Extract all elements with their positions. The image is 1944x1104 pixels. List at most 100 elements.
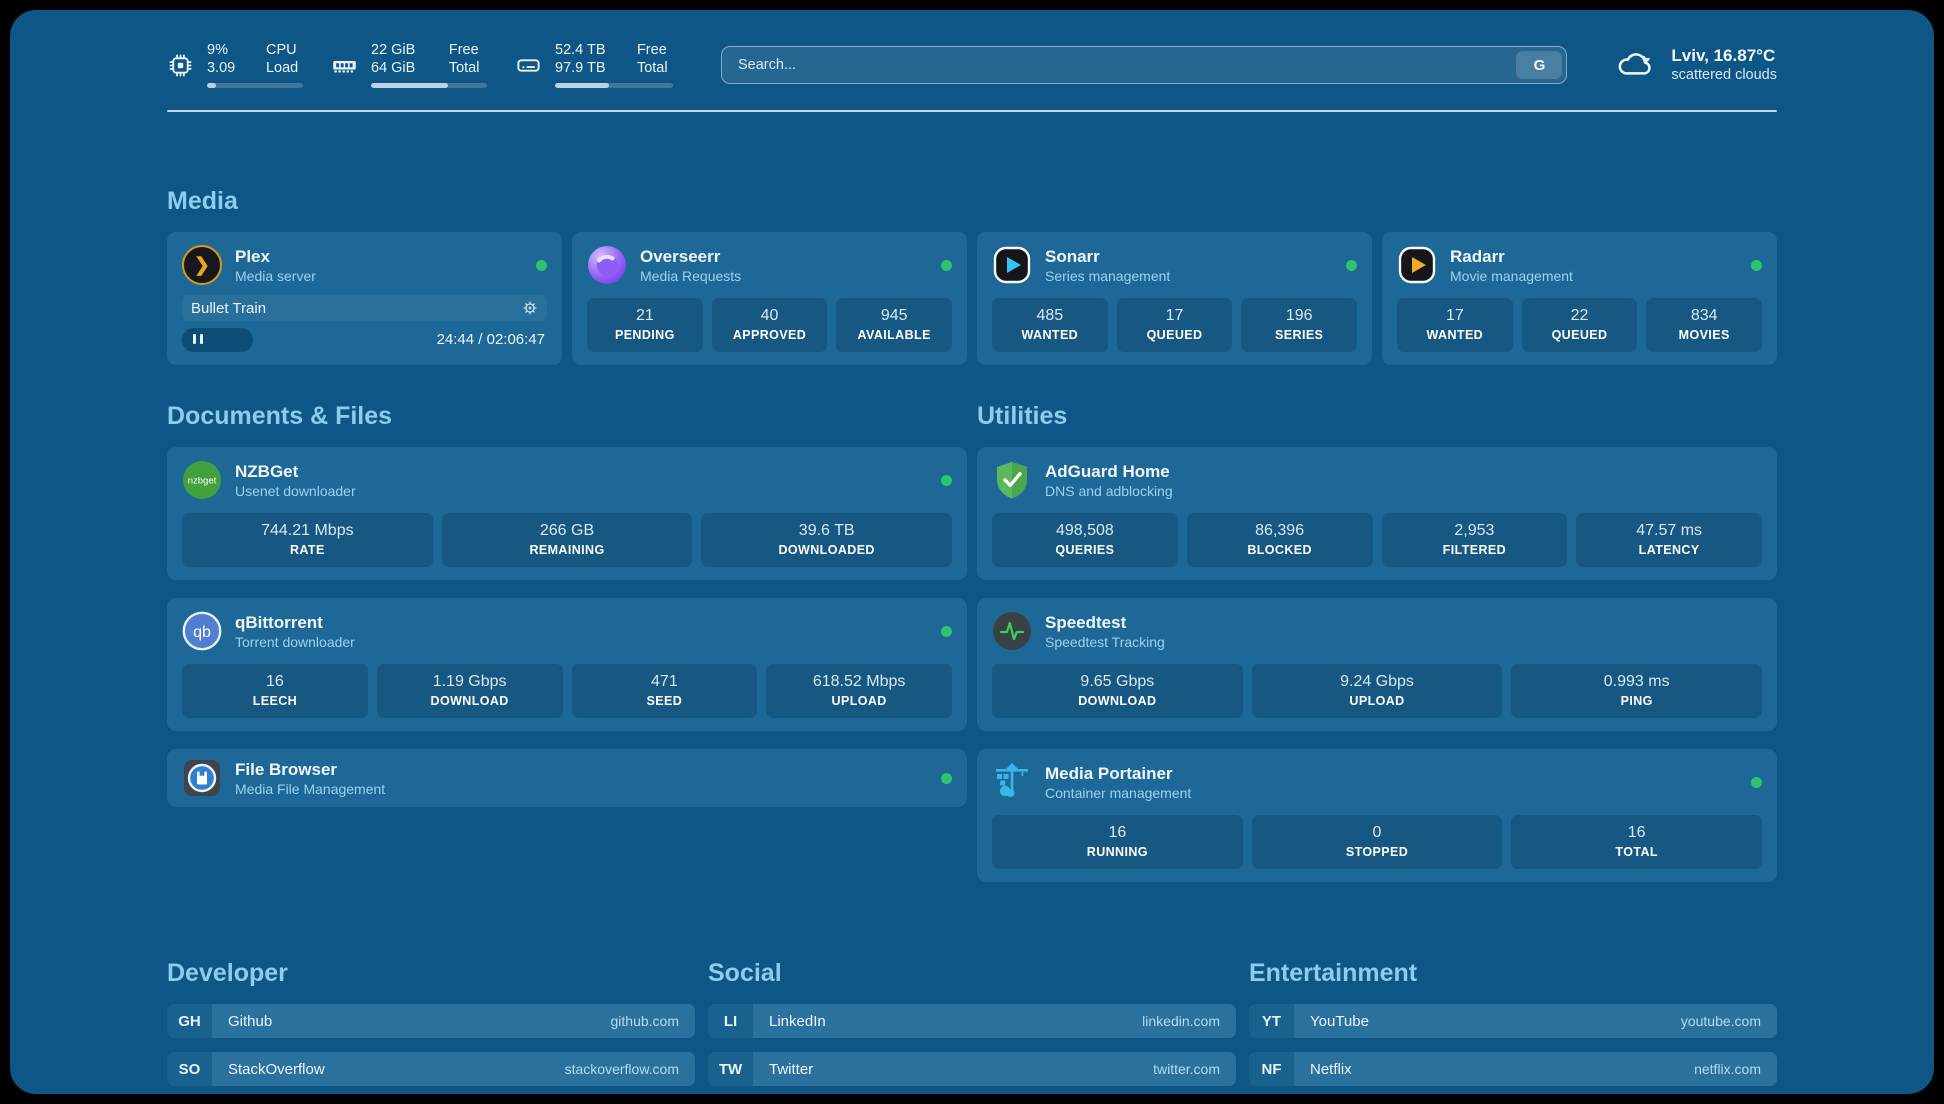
- stat-label: DOWNLOADED: [705, 542, 948, 559]
- cpu-usage-label: CPU: [266, 42, 303, 59]
- stat-label: RUNNING: [996, 844, 1239, 861]
- radarr-icon: [1397, 245, 1437, 285]
- system-stat-disk: 52.4 TB Free 97.9 TB Total: [515, 42, 673, 88]
- bookmark-name: Netflix: [1310, 1061, 1352, 1078]
- status-dot: [941, 626, 952, 637]
- app-card-sonarr[interactable]: Sonarr Series management 485 WANTED 17 Q…: [977, 232, 1372, 365]
- stat-value: 498,508: [996, 520, 1174, 542]
- bookmark-url: youtube.com: [1681, 1013, 1761, 1029]
- stat-label: DOWNLOAD: [996, 693, 1239, 710]
- section-header-developer: Developer: [167, 958, 695, 988]
- disk-total-value: 97.9 TB: [555, 60, 611, 77]
- status-dot: [941, 475, 952, 486]
- stat-label: SERIES: [1245, 327, 1353, 344]
- app-card-qbittorrent[interactable]: qb qBittorrent Torrent downloader 16 LEE…: [167, 598, 967, 731]
- app-card-adguard[interactable]: AdGuard Home DNS and adblocking 498,508 …: [977, 447, 1777, 580]
- stat-upload: 618.52 Mbps UPLOAD: [766, 664, 952, 718]
- bookmark-name: LinkedIn: [769, 1013, 826, 1030]
- weather-widget: Lviv, 16.87°C scattered clouds: [1611, 43, 1777, 88]
- app-card-overseerr[interactable]: Overseerr Media Requests 21 PENDING 40 A…: [572, 232, 967, 365]
- search-bar: G: [721, 46, 1567, 84]
- app-subtitle: Movie management: [1450, 267, 1573, 285]
- stat-label: PING: [1515, 693, 1758, 710]
- weather-location-temp: Lviv, 16.87°C: [1671, 45, 1777, 66]
- stat-value: 16: [1515, 822, 1758, 844]
- cpu-progress-fill: [207, 83, 216, 88]
- memory-progress-fill: [371, 83, 448, 88]
- app-title: AdGuard Home: [1045, 461, 1173, 482]
- section-utilities: Utilities AdGuard Home: [977, 401, 1777, 900]
- bookmark-abbr: NF: [1249, 1052, 1294, 1086]
- weather-condition: scattered clouds: [1671, 66, 1777, 85]
- bookmark-pill: StackOverflow stackoverflow.com: [212, 1052, 695, 1086]
- stat-total: 16 TOTAL: [1511, 815, 1762, 869]
- section-header-social: Social: [708, 958, 1236, 988]
- bookmark-abbr: GH: [167, 1004, 212, 1038]
- speedtest-icon: [992, 611, 1032, 651]
- cpu-icon: [167, 52, 194, 79]
- cpu-progress-bar: [207, 83, 303, 88]
- stat-series: 196 SERIES: [1241, 298, 1357, 352]
- stat-value: 0.993 ms: [1515, 671, 1758, 693]
- stat-label: WANTED: [996, 327, 1104, 344]
- stat-value: 21: [591, 305, 699, 327]
- bookmark-name: YouTube: [1310, 1013, 1369, 1030]
- app-card-portainer[interactable]: Media Portainer Container management 16 …: [977, 749, 1777, 882]
- stat-label: FILTERED: [1386, 542, 1564, 559]
- stat-ping: 0.993 ms PING: [1511, 664, 1762, 718]
- app-card-speedtest[interactable]: Speedtest Speedtest Tracking 9.65 Gbps D…: [977, 598, 1777, 731]
- bookmark-section-entertainment: Entertainment YT YouTube youtube.com NF …: [1249, 958, 1777, 1094]
- disk-icon: [515, 52, 542, 79]
- bookmark-netflix[interactable]: NF Netflix netflix.com: [1249, 1052, 1777, 1086]
- stat-queued: 17 QUEUED: [1117, 298, 1233, 352]
- status-dot: [941, 260, 952, 271]
- bookmark-github[interactable]: GH Github github.com: [167, 1004, 695, 1038]
- app-card-plex[interactable]: ❯ Plex Media server Bullet Train: [167, 232, 562, 365]
- stat-value: 2,953: [1386, 520, 1564, 542]
- stat-download: 1.19 Gbps DOWNLOAD: [377, 664, 563, 718]
- bookmark-pill: LinkedIn linkedin.com: [753, 1004, 1236, 1038]
- status-dot: [1346, 260, 1357, 271]
- gear-icon[interactable]: [522, 300, 538, 316]
- bookmark-twitter[interactable]: TW Twitter twitter.com: [708, 1052, 1236, 1086]
- bookmark-abbr: TW: [708, 1052, 753, 1086]
- stat-movies: 834 MOVIES: [1646, 298, 1762, 352]
- search-input[interactable]: [721, 46, 1567, 84]
- stat-label: WANTED: [1401, 327, 1509, 344]
- stat-value: 834: [1650, 305, 1758, 327]
- cpu-usage-value: 9%: [207, 42, 240, 59]
- stat-leech: 16 LEECH: [182, 664, 368, 718]
- stat-value: 86,396: [1191, 520, 1369, 542]
- bookmark-section-developer: Developer GH Github github.com SO StackO…: [167, 958, 695, 1094]
- section-media: Media ❯ Plex Media server Bullet Train: [167, 186, 1777, 365]
- topbar: 9% CPU 3.09 Load: [167, 40, 1777, 90]
- bookmark-youtube[interactable]: YT YouTube youtube.com: [1249, 1004, 1777, 1038]
- portainer-icon: [992, 762, 1032, 802]
- bookmark-name: StackOverflow: [228, 1061, 325, 1078]
- stat-latency: 47.57 ms LATENCY: [1576, 513, 1762, 567]
- stat-wanted: 17 WANTED: [1397, 298, 1513, 352]
- app-card-nzbget[interactable]: nzbget NZBGet Usenet downloader 744.21 M…: [167, 447, 967, 580]
- stat-value: 9.65 Gbps: [996, 671, 1239, 693]
- bookmark-linkedin[interactable]: LI LinkedIn linkedin.com: [708, 1004, 1236, 1038]
- search-provider-button[interactable]: G: [1516, 51, 1562, 79]
- status-dot: [536, 260, 547, 271]
- status-dot: [1751, 777, 1762, 788]
- bookmark-name: Twitter: [769, 1061, 813, 1078]
- bookmark-url: netflix.com: [1694, 1061, 1761, 1077]
- bookmark-abbr: LI: [708, 1004, 753, 1038]
- app-card-filebrowser[interactable]: File Browser Media File Management: [167, 749, 967, 807]
- section-header-documents: Documents & Files: [167, 401, 967, 431]
- stat-label: LEECH: [186, 693, 364, 710]
- sonarr-icon: [992, 245, 1032, 285]
- bookmark-stackoverflow[interactable]: SO StackOverflow stackoverflow.com: [167, 1052, 695, 1086]
- pause-icon[interactable]: [193, 331, 203, 349]
- playback-progress: 24:44 / 02:06:47: [182, 328, 547, 352]
- stat-available: 945 AVAILABLE: [836, 298, 952, 352]
- app-subtitle: Media File Management: [235, 780, 385, 798]
- app-subtitle: Media server: [235, 267, 316, 285]
- stat-label: LATENCY: [1580, 542, 1758, 559]
- stat-download: 9.65 Gbps DOWNLOAD: [992, 664, 1243, 718]
- stat-upload: 9.24 Gbps UPLOAD: [1252, 664, 1503, 718]
- app-card-radarr[interactable]: Radarr Movie management 17 WANTED 22 QUE…: [1382, 232, 1777, 365]
